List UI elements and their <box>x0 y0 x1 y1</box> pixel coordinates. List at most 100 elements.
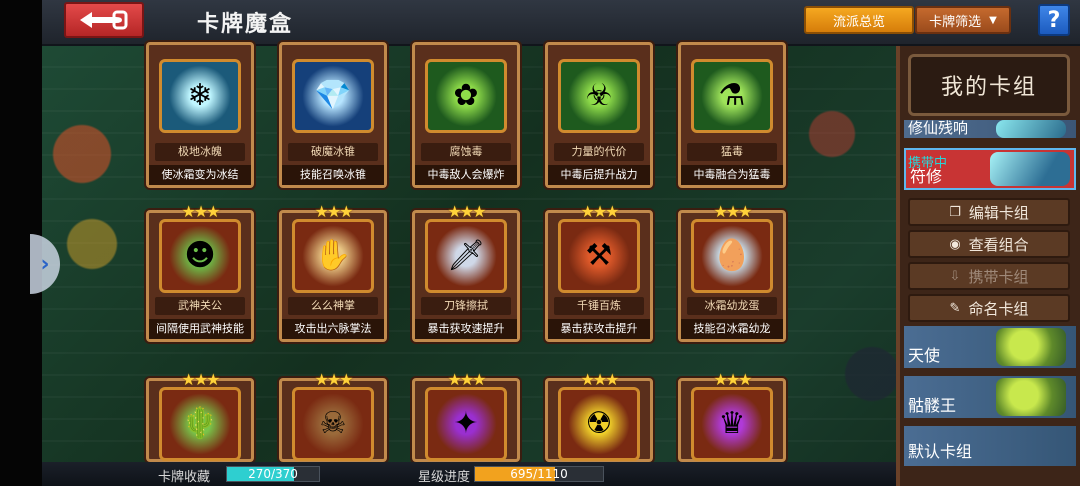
card[interactable]: 💎 破魔冰锥技能召唤冰锥 <box>279 42 387 188</box>
deck-thumbnail <box>996 328 1066 366</box>
deck-name: 默认卡组 <box>908 442 973 461</box>
card-art-frame: ⚒ <box>558 219 640 293</box>
card-art-frame: 🥚 <box>691 219 773 293</box>
deck-item-xiuxian[interactable]: 修仙残响 <box>904 120 1076 138</box>
carry-deck-label: 携带卡组 <box>968 267 1029 286</box>
carry-deck-button[interactable]: ⇩ 携带卡组 <box>908 262 1070 290</box>
card[interactable]: ★★★ 🥚 冰霜幼龙蛋 技能召冰霜幼龙 <box>678 202 786 342</box>
card-art-icon: ☠ <box>319 406 347 441</box>
card[interactable]: ★★★ ☻ 武神关公 间隔使用武神技能 <box>146 202 254 342</box>
card-description: 中毒融合为猛毒 <box>681 165 783 185</box>
card-art-frame: ⚗ <box>691 59 773 133</box>
rename-deck-button[interactable]: ✎ 命名卡组 <box>908 294 1070 322</box>
card-description: 暴击获攻速提升 <box>415 319 517 339</box>
card[interactable]: ★★★ ✋ 么么神掌 攻击出六脉掌法 <box>279 202 387 342</box>
deck-name: 符修 <box>910 167 943 186</box>
card-art-frame: ☢ <box>558 387 640 461</box>
card[interactable]: ★★★ ♛ <box>678 370 786 462</box>
deck-item-fuxiu-selected[interactable]: 携带中 符修 <box>904 148 1076 190</box>
view-combo-button[interactable]: ◉ 查看组合 <box>908 230 1070 258</box>
deck-name: 修仙残响 <box>908 120 969 137</box>
chevron-right-icon: › <box>40 251 50 277</box>
card[interactable]: ★★★ ☠ <box>279 370 387 462</box>
card-name: 极地冰魄 <box>155 143 245 161</box>
card-art-frame: ☻ <box>159 219 241 293</box>
card-art-frame: 🗡 <box>425 219 507 293</box>
card-art-icon: ☣ <box>585 78 613 113</box>
bottom-progress-bar: 卡牌收藏 270/370 星级进度 695/1110 <box>42 462 896 486</box>
card-name: 么么神掌 <box>288 297 378 315</box>
card-art-icon: ⚗ <box>718 78 746 113</box>
star-progress: 695/1110 <box>474 466 604 482</box>
pencil-icon: ✎ <box>949 300 961 316</box>
school-overview-button[interactable]: 流派总览 <box>804 6 914 34</box>
card-art-frame: ❄ <box>159 59 241 133</box>
card-art-icon: ☻ <box>184 238 216 273</box>
card-description: 技能召冰霜幼龙 <box>681 319 783 339</box>
card-art-frame: ✿ <box>425 59 507 133</box>
deck-name: 天使 <box>908 346 941 365</box>
copy-icon: ❐ <box>949 204 961 220</box>
card-art-frame: 💎 <box>292 59 374 133</box>
deck-thumbnail <box>996 378 1066 416</box>
page-title: 卡牌魔盒 <box>197 12 294 37</box>
card[interactable]: ★★★ 🗡 刀锋擦拭 暴击获攻速提升 <box>412 202 520 342</box>
eye-icon: ◉ <box>949 236 961 252</box>
card-art-frame: ☠ <box>292 387 374 461</box>
card-art-icon: ✦ <box>453 406 479 441</box>
card[interactable]: ⚗ 猛毒中毒融合为猛毒 <box>678 42 786 188</box>
card[interactable]: ❄ 极地冰魄使冰霜变为冰结 <box>146 42 254 188</box>
card-name: 猛毒 <box>687 143 777 161</box>
deck-name: 骷髅王 <box>908 396 957 415</box>
card-description: 中毒后提升战力 <box>548 165 650 185</box>
collection-progress: 270/370 <box>226 466 320 482</box>
card-art-icon: 🌵 <box>181 406 219 441</box>
card-name: 破魔冰锥 <box>288 143 378 161</box>
card-art-icon: ⚒ <box>585 238 613 273</box>
my-deck-title: 我的卡组 <box>908 54 1070 116</box>
card-art-icon: 🥚 <box>713 238 751 273</box>
card[interactable]: ★★★ ☢ <box>545 370 653 462</box>
download-icon: ⇩ <box>949 268 961 284</box>
card-description: 使冰霜变为冰结 <box>149 165 251 185</box>
deck-thumbnail <box>990 152 1070 186</box>
card-art-icon: ♛ <box>718 406 746 441</box>
card-filter-dropdown[interactable]: 卡牌筛选 ▼ <box>915 6 1011 34</box>
help-button[interactable]: ? <box>1038 4 1070 36</box>
card[interactable]: ★★★ 🌵 <box>146 370 254 462</box>
card-art-icon: ✿ <box>453 78 479 113</box>
deck-thumbnail <box>996 120 1066 138</box>
collection-label: 卡牌收藏 <box>158 470 211 485</box>
top-bar: 卡牌魔盒 流派总览 卡牌筛选 ▼ ? <box>42 0 1080 46</box>
deck-panel: 我的卡组 修仙残响 携带中 符修 ❐ 编辑卡组 ◉ 查看组合 ⇩ 携带卡组 ✎ … <box>896 46 1080 486</box>
card-art-icon: ☢ <box>585 406 613 441</box>
card[interactable]: ★★★ ⚒ 千锤百炼 暴击获攻击提升 <box>545 202 653 342</box>
deck-item-default[interactable]: 默认卡组 <box>904 426 1076 466</box>
card-name: 千锤百炼 <box>554 297 644 315</box>
card[interactable]: ✿ 腐蚀毒中毒敌人会爆炸 <box>412 42 520 188</box>
caret-down-icon: ▼ <box>989 14 997 26</box>
collection-progress-text: 270/370 <box>248 467 298 481</box>
star-progress-label: 星级进度 <box>418 470 471 485</box>
edit-deck-button[interactable]: ❐ 编辑卡组 <box>908 198 1070 226</box>
deck-item-tianshi[interactable]: 天使 <box>904 326 1076 368</box>
card-description: 中毒敌人会爆炸 <box>415 165 517 185</box>
card-description: 暴击获攻击提升 <box>548 319 650 339</box>
edit-deck-label: 编辑卡组 <box>968 203 1029 222</box>
card-description: 技能召唤冰锥 <box>282 165 384 185</box>
card-art-frame: 🌵 <box>159 387 241 461</box>
card-description: 间隔使用武神技能 <box>149 319 251 339</box>
card-art-frame: ✦ <box>425 387 507 461</box>
deck-item-kulou[interactable]: 骷髅王 <box>904 376 1076 418</box>
card[interactable]: ★★★ ✦ <box>412 370 520 462</box>
card[interactable]: ☣ 力量的代价 中毒后提升战力 <box>545 42 653 188</box>
back-button[interactable] <box>64 2 144 38</box>
card-art-icon: 💎 <box>314 78 352 113</box>
card-description: 攻击出六脉掌法 <box>282 319 384 339</box>
card-name: 刀锋擦拭 <box>421 297 511 315</box>
card-art-frame: ♛ <box>691 387 773 461</box>
card-art-icon: ✋ <box>314 238 352 273</box>
card-art-frame: ✋ <box>292 219 374 293</box>
card-art-icon: 🗡 <box>446 238 486 273</box>
card-name: 腐蚀毒 <box>421 143 511 161</box>
